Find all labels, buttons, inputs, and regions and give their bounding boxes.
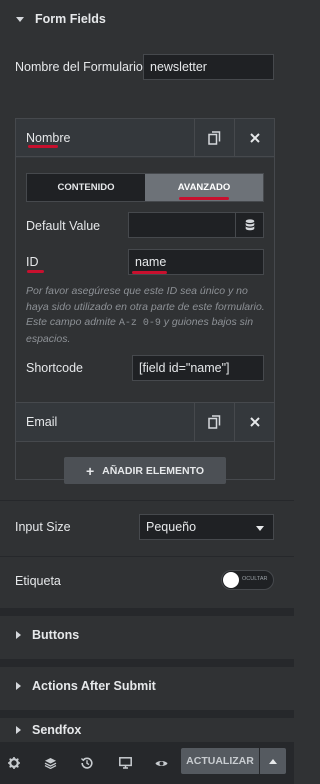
- form-name-label: Nombre del Formulario: [15, 60, 143, 74]
- remove-button[interactable]: [234, 403, 274, 441]
- section-divider: [0, 659, 294, 667]
- history-button[interactable]: [71, 742, 103, 784]
- caret-right-icon: [16, 726, 21, 734]
- section-title: Form Fields: [35, 12, 106, 26]
- separator-line: [0, 500, 294, 501]
- close-icon: [249, 132, 260, 143]
- duplicate-button[interactable]: [194, 119, 234, 156]
- responsive-mode-button[interactable]: [109, 742, 141, 784]
- default-value-input[interactable]: [128, 212, 236, 238]
- name-highlight-mark: [132, 271, 167, 274]
- section-buttons-header[interactable]: Buttons: [0, 616, 294, 654]
- field-item-header[interactable]: Email: [16, 403, 274, 441]
- id-highlight-mark: [27, 270, 44, 273]
- shortcode-label: Shortcode: [26, 361, 83, 375]
- add-item-button[interactable]: + AÑADIR ELEMENTO: [64, 457, 226, 484]
- section-divider: [0, 608, 294, 616]
- caret-up-icon: [269, 758, 277, 764]
- copy-icon: [208, 415, 221, 429]
- separator-line: [0, 556, 294, 557]
- nombre-highlight-mark: [28, 145, 58, 148]
- section-sendfox-header[interactable]: Sendfox: [0, 716, 294, 744]
- section-title: Buttons: [32, 628, 80, 642]
- section-title: Sendfox: [32, 723, 82, 737]
- copy-icon: [208, 130, 221, 145]
- section-actions-after-submit-header[interactable]: Actions After Submit: [0, 667, 294, 705]
- avanzado-highlight-mark: [179, 197, 229, 200]
- caret-down-icon: [16, 16, 24, 22]
- form-name-input[interactable]: newsletter: [143, 54, 274, 80]
- tab-contenido[interactable]: CONTENIDO: [27, 174, 145, 201]
- settings-button[interactable]: [0, 742, 28, 784]
- caret-right-icon: [16, 682, 21, 690]
- section-title: Actions After Submit: [32, 679, 156, 693]
- field-item-title: Email: [26, 415, 58, 429]
- field-item-title: Nombre: [26, 131, 71, 145]
- toggle-knob: [223, 572, 239, 588]
- layers-icon: [44, 758, 56, 769]
- field-item-header[interactable]: Nombre: [16, 119, 274, 157]
- id-help-text: Por favor asegúrese que este ID sea únic…: [26, 285, 265, 345]
- field-item-email: Email: [15, 402, 275, 442]
- input-size-label: Input Size: [15, 520, 71, 534]
- plus-icon: +: [85, 462, 95, 479]
- input-size-select[interactable]: Pequeño: [139, 514, 274, 540]
- shortcode-input[interactable]: [field id="name"]: [132, 355, 264, 381]
- id-label: ID: [26, 255, 39, 269]
- chevron-down-icon: [256, 526, 264, 531]
- default-value-label: Default Value: [26, 219, 101, 233]
- database-icon: [245, 219, 254, 231]
- desktop-icon: [118, 757, 132, 769]
- history-icon: [81, 757, 93, 769]
- section-form-fields-header[interactable]: Form Fields: [0, 0, 294, 38]
- eye-icon: [155, 760, 167, 766]
- footer-bar: ACTUALIZAR: [0, 742, 294, 784]
- duplicate-button[interactable]: [194, 403, 234, 441]
- save-options-button[interactable]: [260, 748, 286, 774]
- etiqueta-label: Etiqueta: [15, 574, 61, 588]
- close-icon: [249, 417, 260, 427]
- dynamic-tags-button[interactable]: [235, 212, 264, 238]
- navigator-button[interactable]: [34, 742, 66, 784]
- update-button[interactable]: ACTUALIZAR: [181, 748, 259, 774]
- caret-right-icon: [16, 631, 21, 639]
- help-code: A-z 0-9: [118, 318, 161, 329]
- gear-icon: [8, 757, 20, 769]
- etiqueta-toggle[interactable]: OCULTAR: [221, 570, 274, 590]
- remove-button[interactable]: [234, 119, 274, 156]
- preview-button[interactable]: [145, 742, 177, 784]
- toggle-text: OCULTAR: [242, 576, 268, 582]
